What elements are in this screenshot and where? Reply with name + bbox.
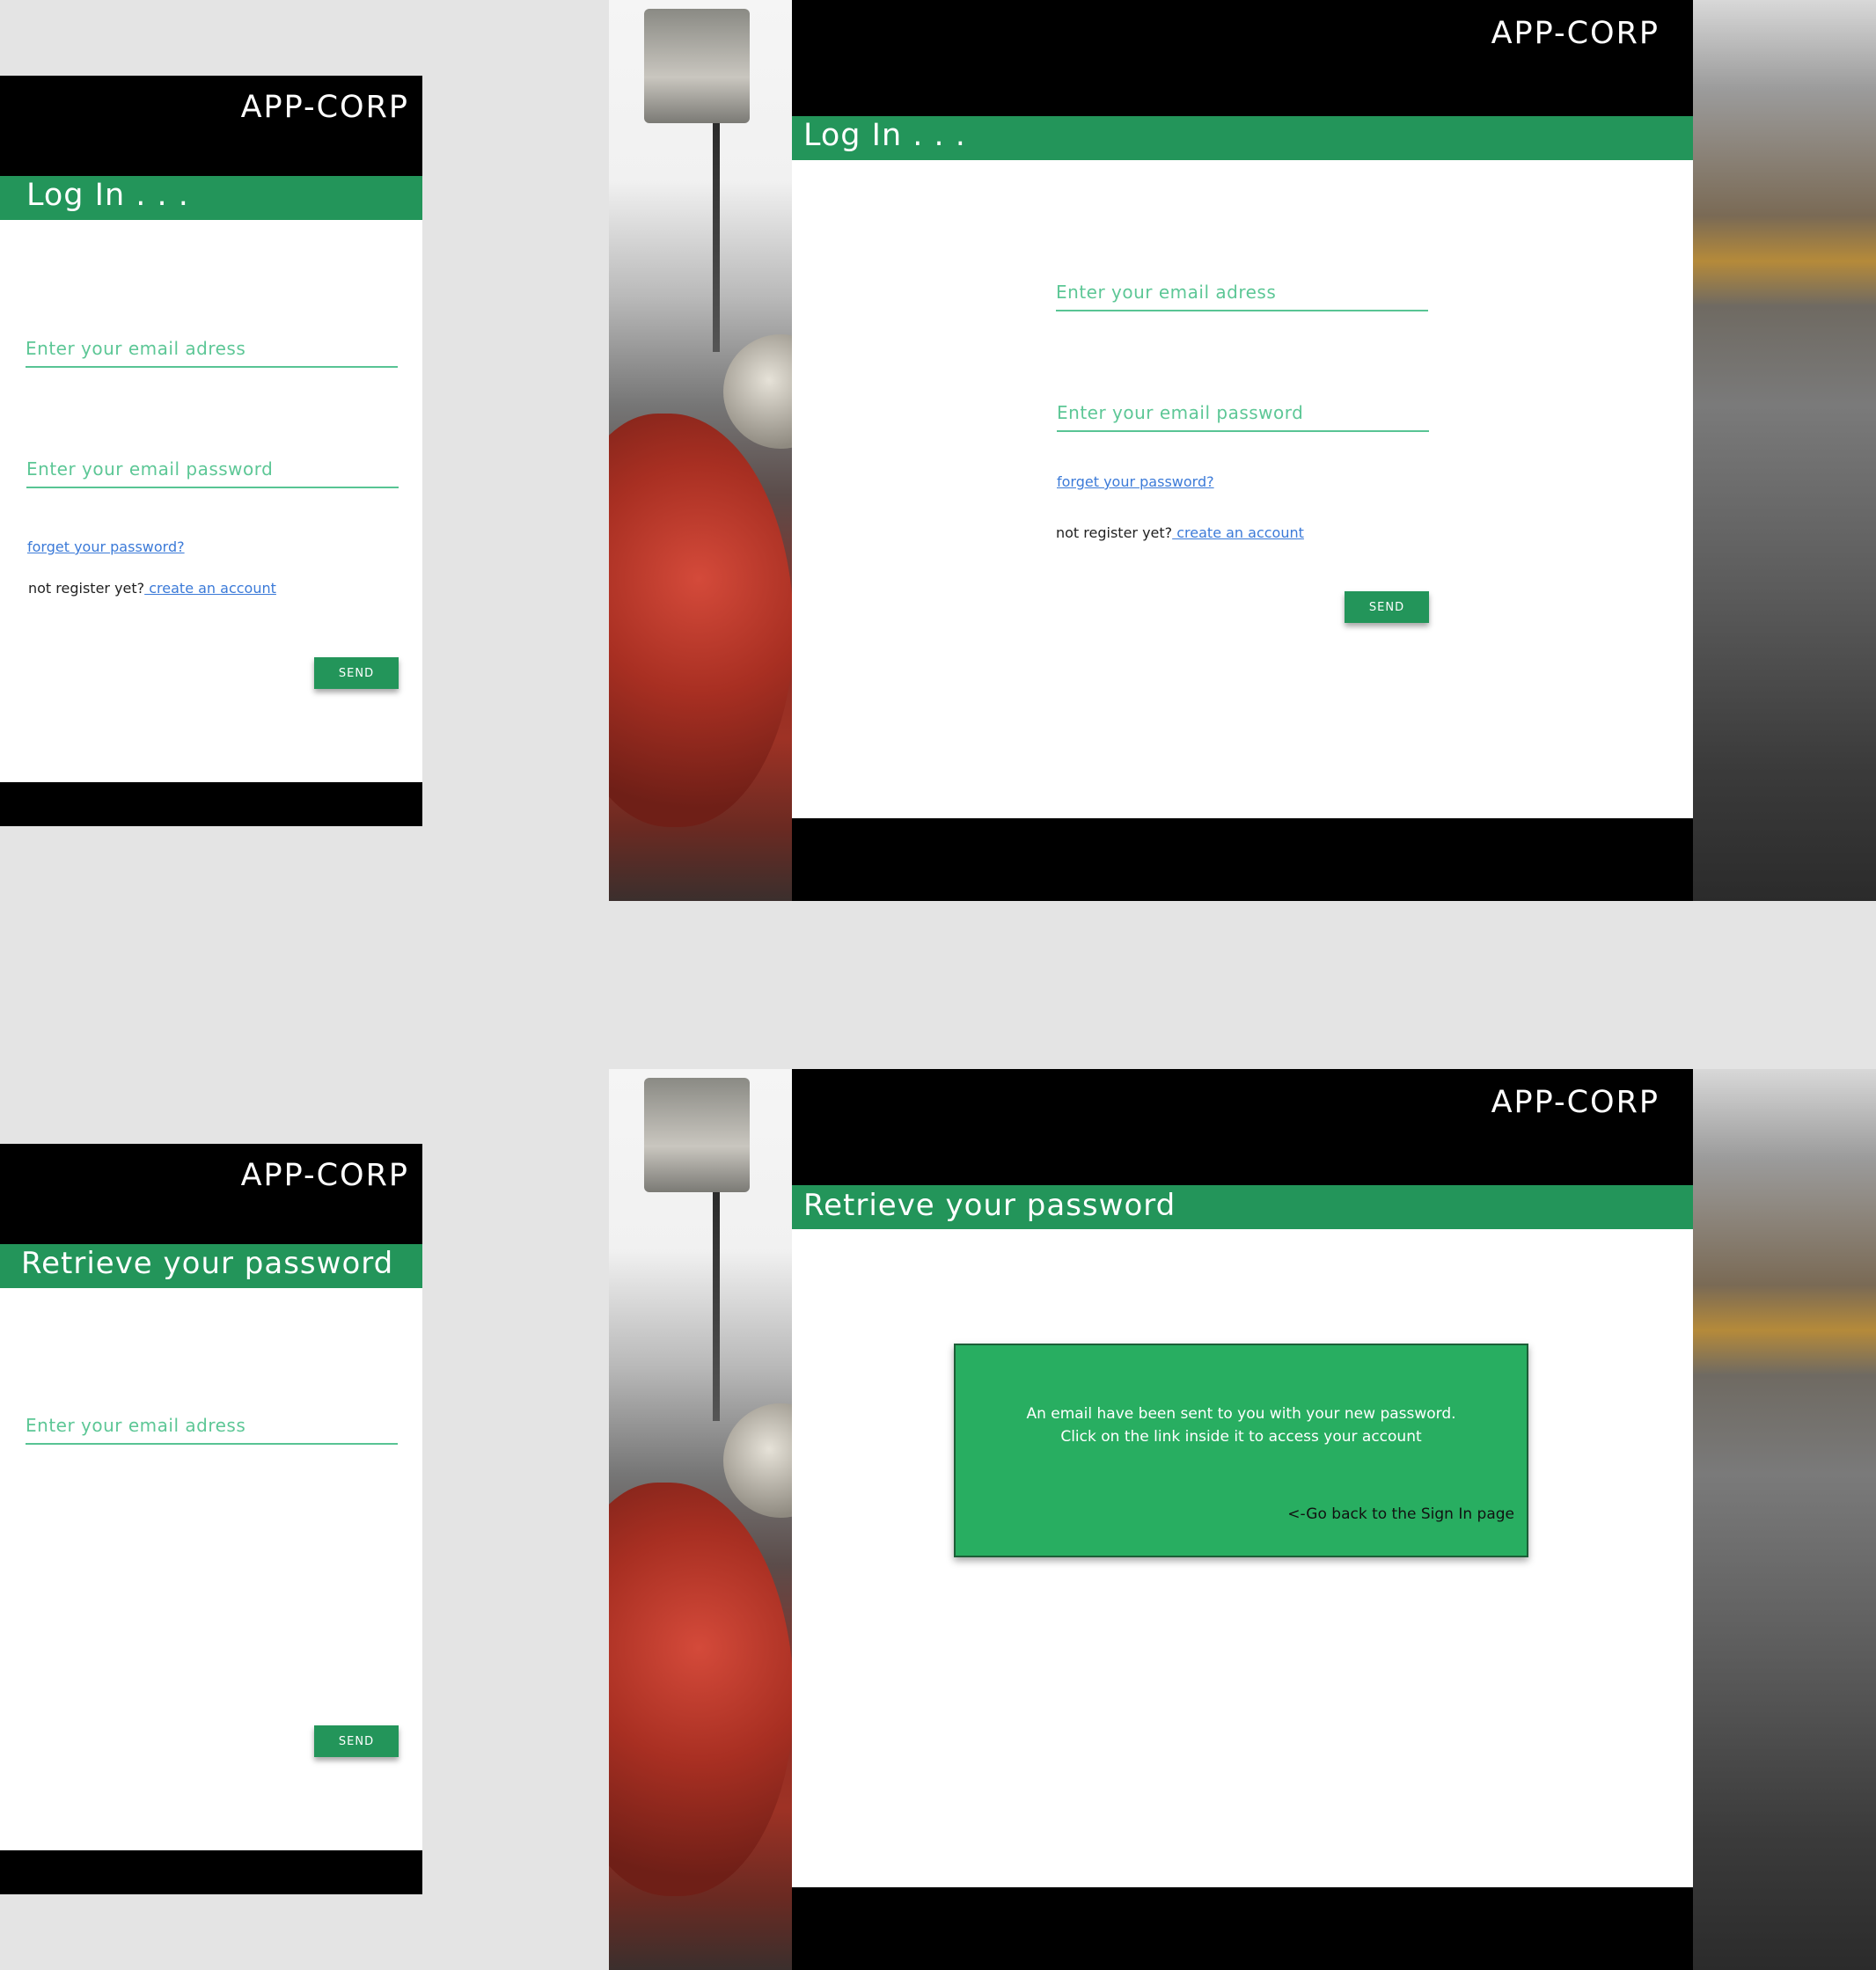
header: APP-CORP bbox=[0, 1144, 422, 1244]
email-input[interactable] bbox=[26, 1408, 398, 1443]
background-photo-left bbox=[609, 1069, 838, 1970]
footer bbox=[792, 818, 1693, 901]
background-photo-left bbox=[609, 0, 838, 901]
title-band: Log In . . . bbox=[0, 176, 422, 220]
send-button[interactable]: SEND bbox=[314, 1725, 399, 1757]
password-input[interactable] bbox=[1057, 395, 1429, 430]
page-title: Retrieve your password bbox=[21, 1246, 394, 1281]
header: APP-CORP bbox=[0, 76, 422, 176]
register-prompt: not register yet? bbox=[28, 580, 145, 597]
notice-message-line2: Click on the link inside it to access yo… bbox=[1060, 1428, 1422, 1446]
photo-detail bbox=[644, 1078, 750, 1192]
main-panel: APP-CORP Log In . . . forget your passwo… bbox=[792, 0, 1693, 901]
forgot-password-link[interactable]: forget your password? bbox=[1057, 473, 1214, 490]
photo-detail bbox=[609, 414, 794, 827]
header: APP-CORP bbox=[792, 0, 1693, 116]
email-field[interactable] bbox=[1056, 275, 1428, 311]
mobile-retrieve-screen: APP-CORP Retrieve your password SEND bbox=[0, 1144, 422, 1894]
photo-detail bbox=[713, 1192, 720, 1421]
photo-detail bbox=[644, 9, 750, 123]
password-field[interactable] bbox=[1057, 395, 1429, 432]
background-photo-right bbox=[1693, 1069, 1876, 1970]
create-account-link[interactable]: create an account bbox=[144, 580, 276, 597]
desktop-login-screen: APP-CORP Log In . . . forget your passwo… bbox=[609, 0, 1876, 901]
page-title: Retrieve your password bbox=[803, 1188, 1176, 1223]
send-button[interactable]: SEND bbox=[1345, 591, 1429, 623]
email-input[interactable] bbox=[1056, 275, 1428, 310]
main-panel: APP-CORP Retrieve your password An email… bbox=[792, 1069, 1693, 1970]
password-field[interactable] bbox=[26, 451, 399, 488]
header: APP-CORP bbox=[792, 1069, 1693, 1185]
title-band: Log In . . . bbox=[792, 116, 1693, 160]
brand-logo: APP-CORP bbox=[1491, 16, 1660, 51]
email-input[interactable] bbox=[26, 331, 398, 366]
forgot-password-link[interactable]: forget your password? bbox=[27, 538, 185, 555]
title-band: Retrieve your password bbox=[0, 1244, 422, 1288]
desktop-retrieve-screen: APP-CORP Retrieve your password An email… bbox=[609, 1069, 1876, 1970]
send-button[interactable]: SEND bbox=[314, 657, 399, 689]
page-title: Log In . . . bbox=[803, 118, 966, 153]
register-prompt: not register yet? bbox=[1056, 524, 1173, 541]
password-input[interactable] bbox=[26, 451, 399, 487]
register-row: not register yet? create an account bbox=[1056, 524, 1304, 541]
email-field[interactable] bbox=[26, 1408, 398, 1445]
brand-logo: APP-CORP bbox=[240, 1158, 409, 1193]
title-band: Retrieve your password bbox=[792, 1185, 1693, 1229]
mobile-login-screen: APP-CORP Log In . . . forget your passwo… bbox=[0, 76, 422, 826]
footer bbox=[0, 1850, 422, 1894]
brand-logo: APP-CORP bbox=[240, 90, 409, 125]
photo-detail bbox=[609, 1483, 794, 1896]
footer bbox=[792, 1887, 1693, 1970]
email-field[interactable] bbox=[26, 331, 398, 368]
brand-logo: APP-CORP bbox=[1491, 1085, 1660, 1120]
confirmation-notice: An email have been sent to you with your… bbox=[954, 1344, 1528, 1557]
footer bbox=[0, 782, 422, 826]
back-to-sign-in-link[interactable]: <-Go back to the Sign In page bbox=[1287, 1505, 1514, 1523]
create-account-link[interactable]: create an account bbox=[1172, 524, 1304, 541]
register-row: not register yet? create an account bbox=[28, 580, 276, 597]
notice-message-line1: An email have been sent to you with your… bbox=[1026, 1405, 1456, 1423]
photo-detail bbox=[713, 123, 720, 352]
background-photo-right bbox=[1693, 0, 1876, 901]
page-title: Log In . . . bbox=[26, 178, 189, 213]
